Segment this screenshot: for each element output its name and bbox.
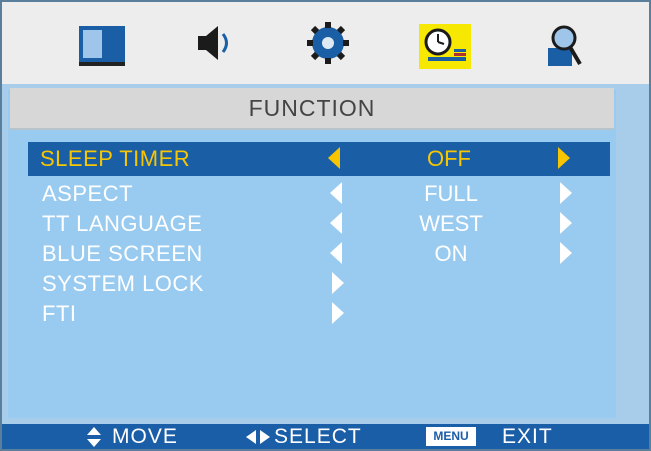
right-arrow-icon[interactable] <box>332 272 344 294</box>
menu-item-value: WEST <box>419 211 483 236</box>
monitor-icon <box>79 26 125 66</box>
tab-picture[interactable] <box>52 2 162 84</box>
menu-item-blue-screen[interactable]: BLUE SCREEN ON <box>30 237 610 271</box>
menu-item-aspect[interactable]: ASPECT FULL <box>30 177 610 211</box>
menu-item-sleep-timer[interactable]: SLEEP TIMER OFF <box>28 142 610 176</box>
tab-sound[interactable] <box>168 2 278 84</box>
up-down-arrow-icon <box>87 427 101 447</box>
menu-item-system-lock[interactable]: SYSTEM LOCK <box>30 267 610 301</box>
menu-key-badge[interactable]: MENU <box>426 427 476 446</box>
menu-item-value: FULL <box>424 181 478 206</box>
menu-item-value: OFF <box>427 146 471 171</box>
menu-item-label: BLUE SCREEN <box>42 241 203 266</box>
menu-item-label: ASPECT <box>42 181 134 206</box>
right-arrow-icon[interactable] <box>560 212 572 234</box>
exit-hint: EXIT <box>502 425 553 448</box>
speaker-icon <box>198 26 228 60</box>
menu-item-label: TT LANGUAGE <box>42 211 203 236</box>
left-arrow-icon[interactable] <box>330 212 342 234</box>
tab-setup[interactable] <box>278 2 388 84</box>
left-right-arrow-icon <box>246 430 270 444</box>
menu-item-label: SLEEP TIMER <box>40 146 191 171</box>
menu-header: FUNCTION <box>10 88 614 130</box>
magnifier-icon <box>548 25 582 66</box>
clock-icon <box>424 28 466 61</box>
tab-bar <box>2 2 649 84</box>
right-arrow-icon[interactable] <box>560 182 572 204</box>
right-arrow-icon[interactable] <box>560 242 572 264</box>
right-arrow-icon[interactable] <box>332 302 344 324</box>
move-hint: MOVE <box>112 425 178 448</box>
menu-item-fti[interactable]: FTI <box>30 297 610 331</box>
menu-item-value: ON <box>434 241 468 266</box>
tab-search[interactable] <box>510 2 620 84</box>
left-arrow-icon[interactable] <box>328 147 340 169</box>
select-hint: SELECT <box>274 425 362 448</box>
left-arrow-icon[interactable] <box>330 182 342 204</box>
right-arrow-icon[interactable] <box>558 147 570 169</box>
footer-hint-bar: MOVE SELECT MENU EXIT <box>2 424 649 449</box>
menu-item-label: SYSTEM LOCK <box>42 271 204 296</box>
page-title: FUNCTION <box>248 95 376 121</box>
gear-icon <box>307 22 349 64</box>
menu-item-label: FTI <box>42 301 77 326</box>
tab-function[interactable] <box>392 2 502 84</box>
left-arrow-icon[interactable] <box>330 242 342 264</box>
menu-item-tt-language[interactable]: TT LANGUAGE WEST <box>30 207 610 241</box>
